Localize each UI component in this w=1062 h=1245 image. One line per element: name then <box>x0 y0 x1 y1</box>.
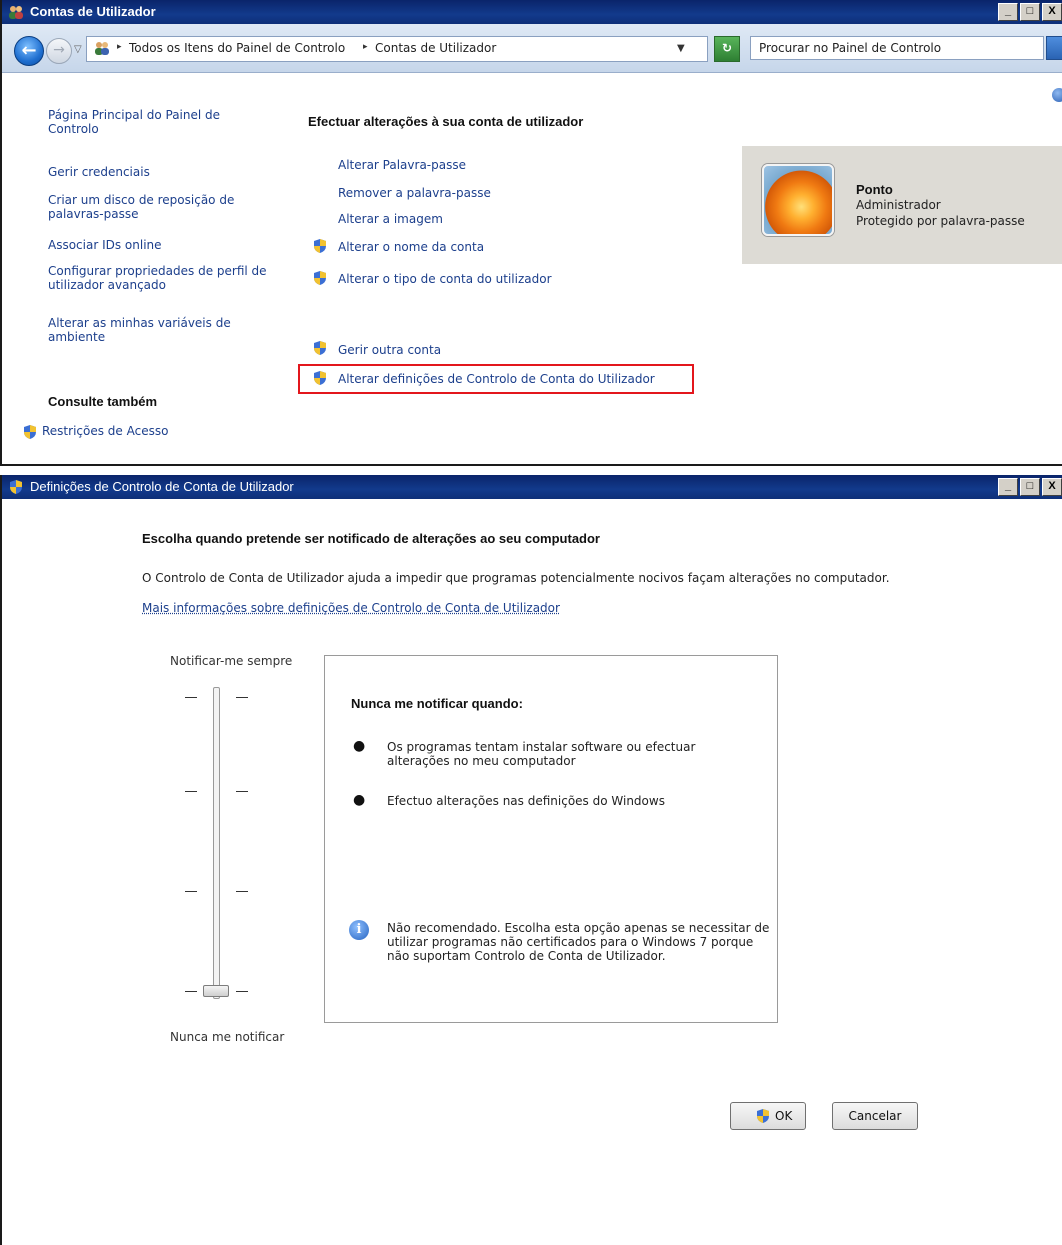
cancel-button[interactable]: Cancelar <box>832 1102 918 1130</box>
task-change-picture[interactable]: Alterar a imagem <box>338 212 443 226</box>
close-button[interactable]: X <box>1042 3 1062 21</box>
breadcrumb-separator-icon: ▸ <box>117 42 122 52</box>
help-icon[interactable] <box>1052 88 1062 102</box>
slider-tick <box>236 891 248 892</box>
more-info-link[interactable]: Mais informações sobre definições de Con… <box>142 601 560 615</box>
uac-shield-icon <box>314 341 326 355</box>
info-bullet-text: Efectuo alterações nas definições do Win… <box>387 794 665 808</box>
breadcrumb-separator-icon: ▸ <box>363 42 368 52</box>
back-arrow-icon[interactable]: ← <box>14 36 44 66</box>
breadcrumb[interactable]: ▸ Todos os Itens do Painel de Controlo ▸… <box>86 36 708 62</box>
slider-tick <box>236 697 248 698</box>
history-dropdown-icon[interactable]: ▽ <box>74 44 82 55</box>
slider-top-label: Notificar-me sempre <box>170 654 293 668</box>
window-title: Contas de Utilizador <box>30 4 156 19</box>
task-change-account-name[interactable]: Alterar o nome da conta <box>338 240 484 254</box>
avatar <box>762 164 834 236</box>
bullet-icon: ● <box>353 792 366 808</box>
task-manage-another-account[interactable]: Gerir outra conta <box>338 343 441 357</box>
control-panel-icon <box>95 42 109 55</box>
uac-shield-icon <box>314 239 326 253</box>
sidebar-link-control-panel-home[interactable]: Página Principal do Painel de Controlo <box>48 108 248 136</box>
minimize-button[interactable]: _ <box>998 3 1018 21</box>
sidebar-link-environment-variables[interactable]: Alterar as minhas variáveis de ambiente <box>48 316 258 344</box>
user-info-panel: Ponto Administrador Protegido por palavr… <box>742 146 1062 264</box>
user-name: Ponto <box>856 182 893 197</box>
sidebar-link-manage-credentials[interactable]: Gerir credenciais <box>48 165 248 179</box>
window-title: Definições de Controlo de Conta de Utili… <box>30 479 294 494</box>
slider-tick <box>185 891 197 892</box>
sidebar-link-profile-properties[interactable]: Configurar propriedades de perfil de uti… <box>48 264 272 292</box>
main-heading: Efectuar alterações à sua conta de utili… <box>308 114 584 129</box>
slider-tick <box>185 791 197 792</box>
notification-slider-track[interactable] <box>213 687 220 999</box>
info-bullet-text: Os programas tentam instalar software ou… <box>387 740 696 768</box>
see-also-heading: Consulte também <box>48 394 158 409</box>
search-input[interactable]: Procurar no Painel de Controlo <box>750 36 1044 60</box>
slider-tick <box>236 991 248 992</box>
minimize-button[interactable]: _ <box>998 478 1018 496</box>
highlight-box <box>298 364 694 394</box>
task-remove-password[interactable]: Remover a palavra-passe <box>338 186 491 200</box>
title-bar: Definições de Controlo de Conta de Utili… <box>2 475 1062 499</box>
sidebar-link-password-reset-disk[interactable]: Criar um disco de reposição de palavras-… <box>48 193 258 221</box>
uac-shield-icon <box>24 425 36 439</box>
close-button[interactable]: X <box>1042 478 1062 496</box>
link-access-restrictions[interactable]: Restrições de Acesso <box>42 424 168 438</box>
slider-tick <box>185 991 197 992</box>
task-change-account-type[interactable]: Alterar o tipo de conta do utilizador <box>338 272 552 286</box>
info-icon: i <box>349 920 369 940</box>
maximize-button[interactable]: □ <box>1020 478 1040 496</box>
breadcrumb-item-all-items[interactable]: Todos os Itens do Painel de Controlo <box>129 41 345 55</box>
uac-shield-icon <box>314 271 326 285</box>
breadcrumb-item-user-accounts[interactable]: Contas de Utilizador <box>375 41 496 55</box>
maximize-button[interactable]: □ <box>1020 3 1040 21</box>
uac-shield-icon <box>10 480 22 494</box>
title-bar: Contas de Utilizador _ □ X <box>2 0 1062 24</box>
search-icon[interactable] <box>1046 36 1062 60</box>
refresh-icon[interactable]: ↻ <box>714 36 740 62</box>
users-icon <box>9 6 23 19</box>
slider-thumb[interactable] <box>203 985 229 997</box>
setting-description-box: Nunca me notificar quando: ● Os programa… <box>324 655 778 1023</box>
uac-settings-window: Definições de Controlo de Conta de Utili… <box>0 475 1062 1245</box>
warning-note: Não recomendado. Escolha esta opção apen… <box>387 921 770 963</box>
info-title: Nunca me notificar quando: <box>351 696 523 711</box>
slider-tick <box>236 791 248 792</box>
slider-tick <box>185 697 197 698</box>
address-bar: ← → ▽ ▸ Todos os Itens do Painel de Cont… <box>2 24 1062 73</box>
uac-shield-icon <box>757 1109 769 1123</box>
task-change-password[interactable]: Alterar Palavra-passe <box>338 158 466 172</box>
user-role: Administrador <box>856 198 941 212</box>
page-title: Escolha quando pretende ser notificado d… <box>142 531 600 546</box>
description-text: O Controlo de Conta de Utilizador ajuda … <box>142 571 890 585</box>
user-accounts-window: Contas de Utilizador _ □ X ← → ▽ ▸ Todos… <box>0 0 1062 466</box>
sidebar-link-online-ids[interactable]: Associar IDs online <box>48 238 248 252</box>
ok-button[interactable]: OK <box>730 1102 806 1130</box>
user-password-status: Protegido por palavra-passe <box>856 214 1025 228</box>
bullet-icon: ● <box>353 738 366 754</box>
ok-label: OK <box>775 1109 793 1123</box>
forward-arrow-icon[interactable]: → <box>46 38 72 64</box>
slider-bottom-label: Nunca me notificar <box>170 1030 285 1044</box>
address-dropdown-icon[interactable]: ▼ <box>677 43 685 54</box>
